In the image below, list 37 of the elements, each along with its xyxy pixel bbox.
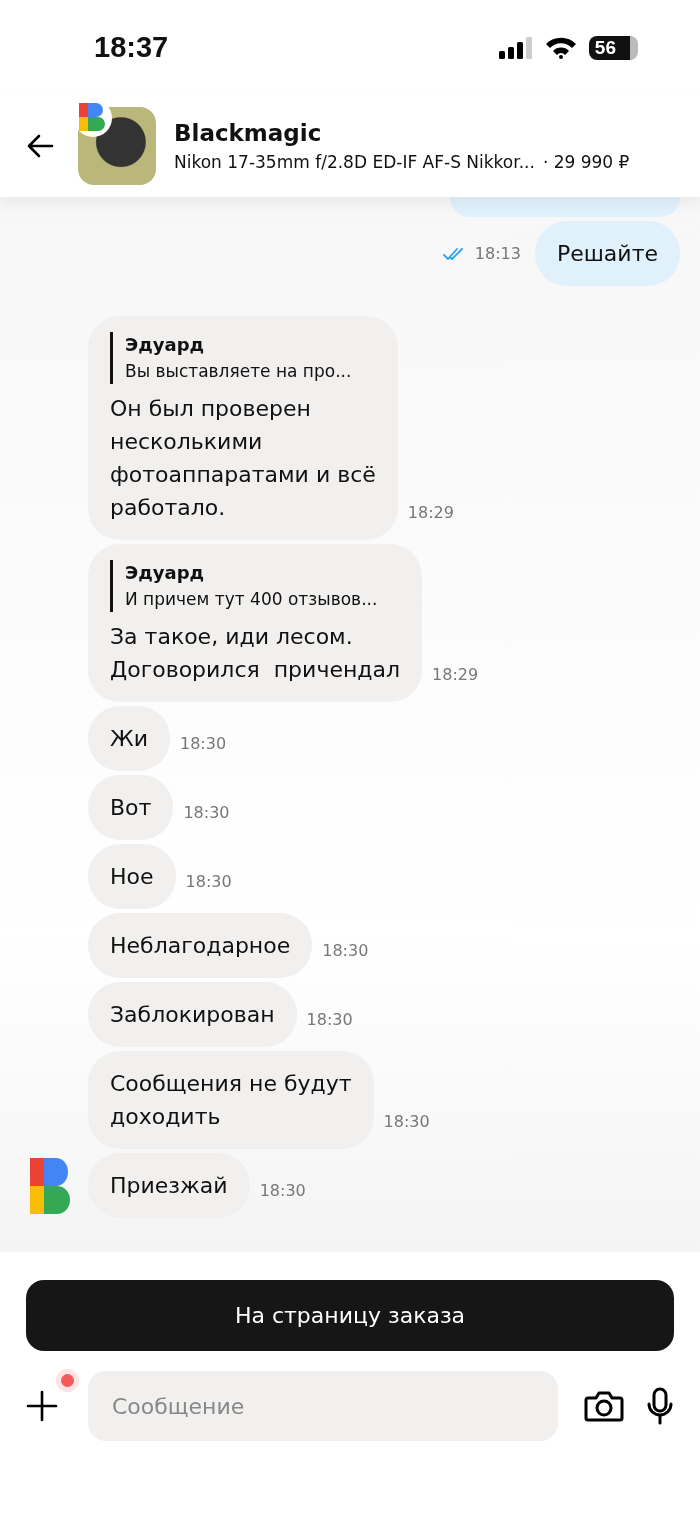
camera-icon[interactable] <box>584 1390 624 1422</box>
message-time: 18:30 <box>183 803 230 824</box>
message-text: Неблагодарное <box>110 932 291 960</box>
message-time: 18:13 <box>474 244 521 263</box>
message-text: Приезжай <box>110 1172 228 1200</box>
quote-author: Эдуард <box>125 561 206 585</box>
quote-text: Вы выставляете на про... <box>125 360 353 383</box>
message-text: Вот <box>110 794 152 822</box>
message-text: Жи <box>110 725 148 753</box>
message-input-field[interactable]: Сообщение <box>88 1371 558 1441</box>
message-time: 18:30 <box>383 1112 430 1133</box>
message-time: 18:30 <box>306 1010 353 1031</box>
seller-name: Blackmagic <box>174 120 323 146</box>
message-text: За такое, иди лесом. Договорился причендал <box>110 623 401 684</box>
wifi-icon <box>544 36 577 59</box>
plus-icon[interactable] <box>26 1390 58 1422</box>
message-text: Он был проверен несколькими фотоаппаратами и всё работало. <box>110 395 376 522</box>
quote-author: Эдуард <box>125 333 206 357</box>
signal-icon <box>498 36 533 59</box>
product-title: Nikon 17-35mm f/2.8D ED-IF AF-S Nikkor... <box>174 152 535 172</box>
message-text: Заблокирован <box>110 1001 275 1029</box>
message-time: 18:29 <box>407 503 454 524</box>
message-time: 18:30 <box>322 941 369 962</box>
message-text: Ное <box>110 863 154 891</box>
message-time: 18:29 <box>432 665 479 686</box>
message-text: Сообщения не будут доходить <box>110 1070 352 1131</box>
order-page-button[interactable]: На страницу заказа <box>26 1280 674 1351</box>
message-time: 18:30 <box>180 734 227 755</box>
back-arrow-icon[interactable] <box>26 134 54 158</box>
message-time: 18:30 <box>185 872 232 893</box>
quote-text: И причем тут 400 отзывов... <box>125 588 379 611</box>
status-time: 18:37 <box>94 31 169 64</box>
product-price: · 29 990 ₽ <box>542 152 630 172</box>
message-time: 18:30 <box>259 1181 306 1202</box>
battery-indicator: 56 <box>588 35 638 60</box>
message-bubble: Решайте <box>534 221 680 286</box>
microphone-icon[interactable] <box>646 1387 674 1425</box>
